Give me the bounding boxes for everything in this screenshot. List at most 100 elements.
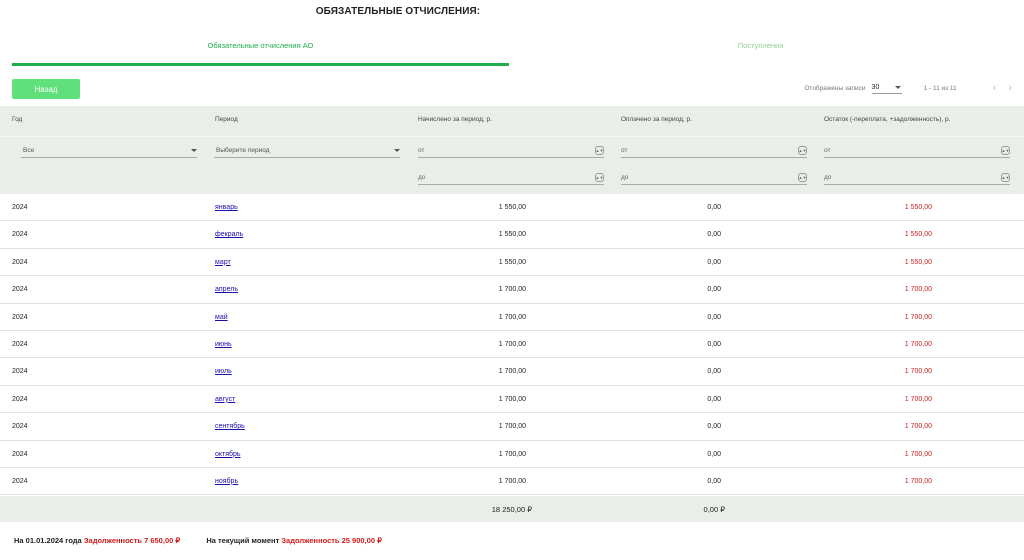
cell-year: 2024 (12, 340, 28, 348)
period-link[interactable]: ноябрь (215, 478, 238, 485)
table-row: 2024 апрель 1 700,00 0,00 1 700,00 (0, 276, 1024, 304)
period-link[interactable]: сентябрь (215, 423, 245, 430)
tab-mandatory-contributions[interactable]: Обязательные отчисления АО (12, 36, 509, 66)
period-link[interactable]: апрель (215, 286, 238, 293)
chevron-left-icon[interactable]: ‹ (993, 82, 997, 94)
spinner-icon[interactable]: ▲▼ (595, 173, 604, 182)
table-row: 2024 март 1 550,00 0,00 1 550,00 (0, 249, 1024, 277)
table-row: 2024 сентябрь 1 700,00 0,00 1 700,00 (0, 413, 1024, 441)
year-filter-value: Все (23, 147, 35, 154)
period-link[interactable]: август (215, 396, 235, 403)
period-filter-placeholder: Выберите период (216, 147, 270, 154)
period-link[interactable]: июнь (215, 341, 232, 348)
period-filter-select[interactable]: Выберите период (214, 144, 400, 158)
cell-year: 2024 (12, 313, 28, 321)
cell-rest: 1 700,00 (904, 368, 932, 376)
cell-year: 2024 (12, 231, 28, 239)
cell-year: 2024 (12, 423, 28, 431)
column-header-rest[interactable]: Остаток (-переплата, +задолженность), р. (824, 116, 950, 123)
paid-to-placeholder: до (621, 174, 629, 181)
table-row: 2024 май 1 700,00 0,00 1 700,00 (0, 304, 1024, 331)
tab-bar: Обязательные отчисления АО Поступления (12, 36, 1012, 66)
charged-to-input[interactable]: до ▲▼ (418, 171, 604, 185)
cell-year: 2024 (12, 204, 28, 211)
charged-from-placeholder: от (418, 147, 425, 154)
rows-per-page-label: Отображены записи (804, 84, 866, 92)
cell-paid: 0,00 (707, 477, 721, 485)
cell-charged: 1 550,00 (498, 231, 526, 239)
total-paid: 0,00 ₽ (703, 505, 725, 514)
paid-from-placeholder: от (621, 147, 628, 154)
table-body: 2024 январь 1 550,00 0,00 1 550,00 2024 фекрал… (0, 194, 1024, 496)
rows-per-page-value: 30 (871, 84, 880, 91)
period-link[interactable]: фекраль (215, 231, 243, 238)
paid-to-input[interactable]: до ▲▼ (621, 171, 807, 185)
rest-to-placeholder: до (824, 174, 832, 181)
cell-rest: 1 550,00 (904, 231, 932, 239)
cell-rest: 1 550,00 (904, 204, 932, 211)
summary-date-debt: Задолженность 7 650,00 ₽ (83, 536, 181, 545)
table-row: 2024 январь 1 550,00 0,00 1 550,00 (0, 194, 1024, 222)
table-totals-row: 18 250,00 ₽ 0,00 ₽ (0, 496, 1024, 522)
rest-from-input[interactable]: от ▲▼ (824, 144, 1010, 158)
table-row: 2024 фекраль 1 550,00 0,00 1 550,00 (0, 221, 1024, 249)
cell-rest: 1 700,00 (904, 450, 932, 458)
cell-rest: 1 700,00 (904, 395, 932, 403)
charged-from-input[interactable]: от ▲▼ (418, 144, 604, 158)
cell-charged: 1 700,00 (498, 423, 526, 431)
rest-to-input[interactable]: до ▲▼ (824, 171, 1010, 185)
cell-year: 2024 (12, 368, 28, 376)
spinner-icon[interactable]: ▲▼ (798, 173, 807, 182)
page-range: 1 - 11 из 11 (923, 84, 957, 92)
spinner-icon[interactable]: ▲▼ (1001, 146, 1010, 155)
chevron-down-icon (394, 149, 400, 152)
period-link[interactable]: июль (215, 368, 232, 375)
chevron-right-icon[interactable]: › (1008, 82, 1012, 94)
cell-rest: 1 700,00 (904, 286, 932, 294)
chevron-down-icon (191, 149, 197, 152)
spinner-icon[interactable]: ▲▼ (1001, 173, 1010, 182)
cell-paid: 0,00 (707, 286, 721, 294)
table-row: 2024 август 1 700,00 0,00 1 700,00 (0, 386, 1024, 414)
cell-paid: 0,00 (707, 340, 721, 348)
cell-year: 2024 (12, 477, 28, 485)
table-row: 2024 июнь 1 700,00 0,00 1 700,00 (0, 331, 1024, 359)
period-link[interactable]: октябрь (215, 451, 241, 458)
cell-rest: 1 700,00 (904, 340, 932, 348)
table-row: 2024 ноябрь 1 700,00 0,00 1 700,00 (0, 468, 1024, 496)
period-link[interactable]: январь (215, 204, 238, 211)
spinner-icon[interactable]: ▲▼ (595, 146, 604, 155)
spinner-icon[interactable]: ▲▼ (798, 146, 807, 155)
cell-rest: 1 700,00 (904, 477, 932, 485)
paid-from-input[interactable]: от ▲▼ (621, 144, 807, 158)
cell-paid: 0,00 (707, 313, 721, 321)
cell-year: 2024 (12, 450, 28, 458)
column-header-charged[interactable]: Начислено за период, р. (418, 116, 492, 123)
column-header-year[interactable]: Год (12, 116, 22, 123)
cell-paid: 0,00 (707, 204, 721, 211)
cell-paid: 0,00 (707, 258, 721, 266)
charged-to-placeholder: до (418, 174, 426, 181)
cell-rest: 1 700,00 (904, 423, 932, 431)
period-link[interactable]: май (215, 314, 228, 321)
summary-current-debt: Задолженность 25 900,00 ₽ (281, 536, 382, 545)
year-filter-select[interactable]: Все (21, 144, 197, 158)
cell-charged: 1 700,00 (498, 368, 526, 376)
cell-paid: 0,00 (707, 450, 721, 458)
cell-charged: 1 550,00 (498, 204, 526, 211)
period-link[interactable]: март (215, 259, 231, 266)
summary-current-label: На текущий момент (206, 536, 280, 545)
column-header-period[interactable]: Период (215, 116, 238, 123)
table-row: 2024 июль 1 700,00 0,00 1 700,00 (0, 358, 1024, 386)
cell-paid: 0,00 (707, 231, 721, 239)
table-row: 2024 октябрь 1 700,00 0,00 1 700,00 (0, 441, 1024, 468)
page-title: ОБЯЗАТЕЛЬНЫЕ ОТЧИСЛЕНИЯ: (315, 6, 481, 17)
back-button[interactable]: Назад (12, 79, 80, 99)
rows-per-page-select[interactable]: 30 (871, 82, 902, 94)
cell-year: 2024 (12, 286, 28, 294)
cell-charged: 1 700,00 (498, 340, 526, 348)
tab-receipts[interactable]: Поступления (509, 36, 1012, 66)
column-header-paid[interactable]: Оплачено за период, р. (621, 116, 692, 123)
cell-charged: 1 700,00 (498, 395, 526, 403)
cell-charged: 1 700,00 (498, 313, 526, 321)
